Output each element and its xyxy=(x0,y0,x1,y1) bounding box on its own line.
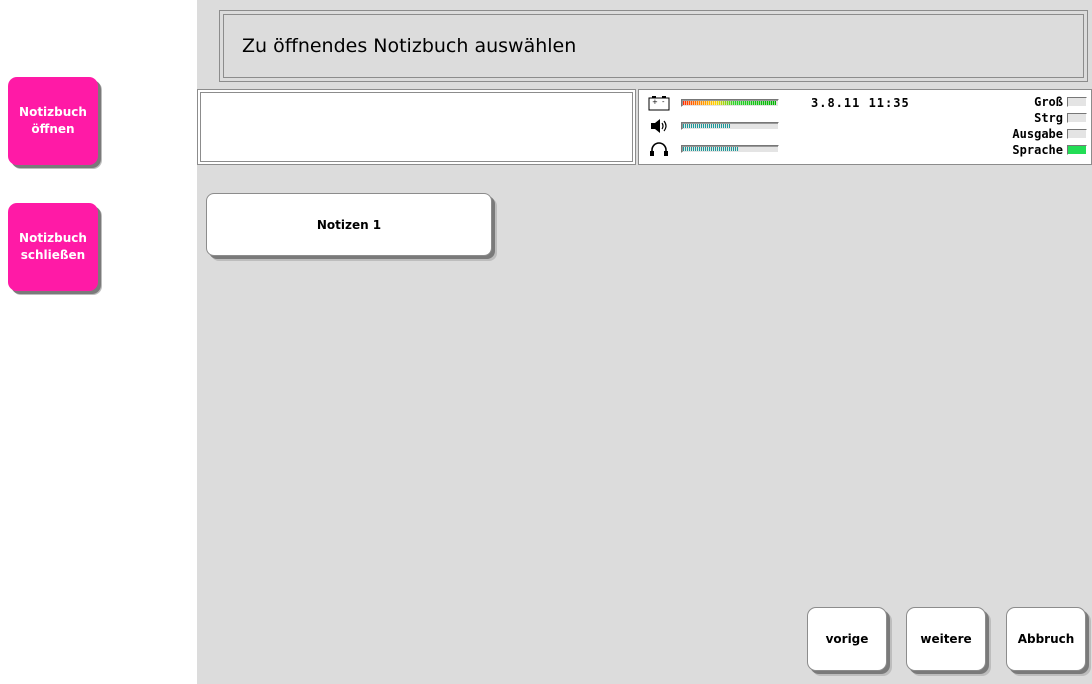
title-bar: Zu öffnendes Notizbuch auswählen xyxy=(219,10,1088,82)
flag-gross: Groß xyxy=(1012,94,1087,110)
headphone-meter xyxy=(681,145,779,153)
headphone-icon xyxy=(647,140,671,158)
prev-button[interactable]: vorige xyxy=(807,607,887,671)
battery-meter-row: + - xyxy=(647,94,779,112)
flag-indicator xyxy=(1067,145,1087,155)
flag-strg: Strg xyxy=(1012,110,1087,126)
datetime-display: 3.8.11 11:35 xyxy=(811,96,910,110)
battery-icon: + - xyxy=(647,94,671,112)
message-area xyxy=(197,89,636,165)
page-title: Zu öffnendes Notizbuch auswählen xyxy=(223,14,1084,78)
flag-indicator xyxy=(1067,129,1087,139)
flag-sprache: Sprache xyxy=(1012,142,1087,158)
open-notebook-button[interactable]: Notizbuch öffnen xyxy=(8,77,98,165)
headphone-level-fill xyxy=(683,147,739,151)
headphone-meter-row xyxy=(647,140,779,158)
close-notebook-button[interactable]: Notizbuch schließen xyxy=(8,203,98,291)
volume-level-fill xyxy=(683,124,730,128)
volume-meter-row xyxy=(647,117,779,135)
next-button[interactable]: weitere xyxy=(906,607,986,671)
status-flags: Groß Strg Ausgabe Sprache xyxy=(1012,94,1087,158)
flag-ausgabe: Ausgabe xyxy=(1012,126,1087,142)
flag-indicator xyxy=(1067,113,1087,123)
cancel-button[interactable]: Abbruch xyxy=(1006,607,1086,671)
notebook-item-label: Notizen 1 xyxy=(316,218,382,232)
flag-indicator xyxy=(1067,97,1087,107)
svg-text:-: - xyxy=(662,98,665,106)
svg-text:+: + xyxy=(652,98,658,106)
battery-meter xyxy=(681,99,779,107)
battery-level-fill xyxy=(683,101,776,105)
status-panel: + - 3.8.11 11:35 Groß Strg Ausgabe Sprach… xyxy=(638,89,1092,165)
volume-meter xyxy=(681,122,779,130)
notebook-item[interactable]: Notizen 1 xyxy=(206,193,492,256)
speaker-icon xyxy=(647,117,671,135)
